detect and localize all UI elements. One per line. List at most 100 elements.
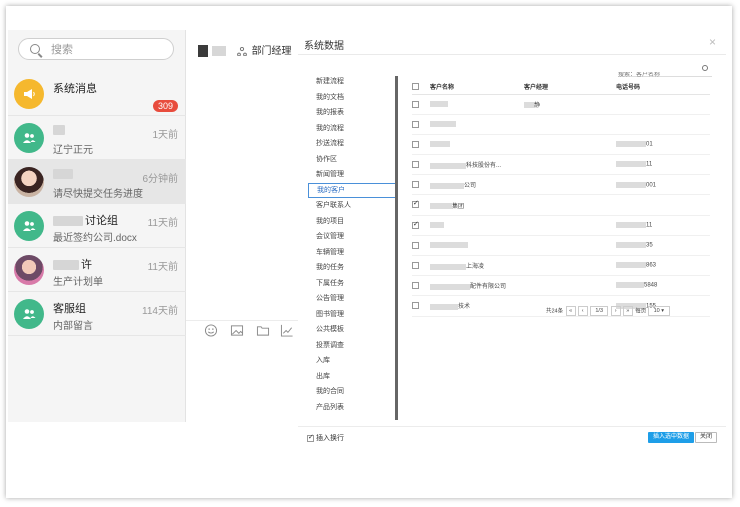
chat-list-panel: 系统消息 309 辽宁正元 1天前请尽快提交任务进度 6分钟前讨论组最近签约公司.doc… [8, 30, 186, 422]
table-row[interactable]: 上海凌 863 [412, 255, 710, 277]
cell-customer-name: 技术 [430, 295, 524, 317]
menu-item[interactable]: 入库 [308, 353, 396, 369]
chat-name: 讨论组 [53, 212, 118, 228]
search-box[interactable] [18, 38, 174, 60]
customer-search[interactable] [618, 63, 712, 78]
row-checkbox[interactable] [412, 302, 419, 310]
row-checkbox[interactable] [412, 140, 419, 148]
chat-list-item[interactable]: 讨论组最近签约公司.docx 11天前 [8, 204, 186, 248]
menu-item[interactable]: 我的项目 [308, 214, 396, 230]
last-page-button[interactable]: » [622, 306, 633, 316]
menu-item[interactable]: 新闻管理 [308, 167, 396, 183]
table-row[interactable]: 集团 [412, 194, 710, 216]
table-row[interactable]: 配件有限公司 5848 [412, 275, 710, 297]
table-row[interactable]: 11 [412, 215, 710, 236]
menu-item[interactable]: 客户联系人 [308, 198, 396, 214]
menu-item[interactable]: 产品列表 [308, 400, 396, 416]
close-button[interactable]: 关闭 [695, 432, 718, 443]
menu-item[interactable]: 投票调查 [308, 338, 396, 354]
chat-time: 11天前 [147, 218, 178, 229]
cell-manager [524, 235, 616, 257]
chat-preview: 最近签约公司.docx [53, 233, 137, 244]
chat-time: 114天前 [142, 306, 178, 317]
insert-selected-button[interactable]: 插入选中数据 [648, 432, 695, 443]
menu-item[interactable]: 协作区 [308, 152, 396, 168]
menu-item[interactable]: 我的任务 [308, 260, 396, 276]
table-row[interactable]: 静 [412, 94, 710, 115]
avatar [14, 167, 44, 197]
table-row[interactable]: 科技股份有... 11 [412, 154, 710, 176]
folder-icon[interactable] [256, 324, 270, 337]
divider [298, 426, 726, 427]
row-checkbox[interactable] [412, 282, 419, 290]
chat-preview: 请尽快提交任务进度 [53, 189, 143, 200]
select-all-checkbox[interactable] [412, 83, 419, 91]
chat-name [53, 124, 67, 136]
row-checkbox[interactable] [412, 199, 419, 209]
next-page-button[interactable]: › [610, 306, 621, 316]
cell-customer-name: 上海凌 [430, 255, 524, 277]
avatar [14, 299, 44, 329]
table-row[interactable] [412, 114, 710, 135]
table-row[interactable]: 35 [412, 235, 710, 257]
chat-name: 系统消息 [53, 83, 97, 95]
menu-item[interactable]: 我的报表 [308, 105, 396, 121]
chat-list-item[interactable]: 请尽快提交任务进度 6分钟前 [8, 160, 186, 204]
close-icon[interactable]: × [709, 35, 716, 49]
chat-list-item[interactable]: 客服组 内部留言 114天前 [8, 292, 186, 336]
menu-scrollbar[interactable] [395, 76, 398, 420]
emoji-icon[interactable] [204, 324, 218, 337]
row-checkbox[interactable] [412, 161, 419, 169]
page-indicator[interactable]: 1/3 [590, 306, 609, 316]
row-checkbox[interactable] [412, 120, 419, 128]
cell-manager [524, 114, 616, 135]
cell-customer-name: 集团 [430, 194, 524, 216]
menu-item[interactable]: 我的文档 [308, 90, 396, 106]
cell-phone: 11 [616, 154, 710, 176]
per-page-select[interactable]: 10 ▾ [647, 306, 670, 316]
menu-item[interactable]: 新建流程 [308, 74, 396, 90]
chart-icon[interactable] [280, 324, 294, 337]
menu-item[interactable]: 我的流程 [308, 121, 396, 137]
chat-list-item[interactable]: 系统消息 309 [8, 72, 186, 116]
first-page-button[interactable]: « [565, 306, 576, 316]
cell-customer-name [430, 134, 524, 156]
cell-customer-name [430, 235, 524, 257]
insert-newline-option[interactable]: 插入换行 [307, 433, 344, 443]
table-row[interactable]: 01 [412, 134, 710, 156]
module-menu: 新建流程 我的文档 我的报表 我的流程 抄送流程 协作区 新闻管理 我的客户 客户联系人 我的项目… [308, 74, 396, 415]
chat-time: 11天前 [147, 262, 178, 273]
cell-customer-name [430, 114, 524, 135]
menu-item[interactable]: 公告管理 [308, 291, 396, 307]
row-checkbox[interactable] [412, 241, 419, 249]
cell-phone: 01 [616, 134, 710, 156]
row-checkbox[interactable] [412, 220, 419, 229]
menu-item[interactable]: 公共模板 [308, 322, 396, 338]
cell-manager [524, 134, 616, 156]
menu-item[interactable]: 出库 [308, 369, 396, 385]
row-checkbox[interactable] [412, 262, 419, 270]
menu-item[interactable]: 会议管理 [308, 229, 396, 245]
menu-item[interactable]: 下属任务 [308, 276, 396, 292]
search-input[interactable] [51, 42, 161, 57]
menu-item[interactable]: 我的合同 [308, 384, 396, 400]
unread-badge: 309 [152, 100, 178, 112]
insert-newline-checkbox[interactable] [307, 433, 314, 442]
row-checkbox[interactable] [412, 181, 419, 189]
chat-list-item[interactable]: 辽宁正元 1天前 [8, 116, 186, 160]
image-icon[interactable] [230, 324, 244, 337]
menu-item[interactable]: 车辆管理 [308, 245, 396, 261]
menu-item[interactable]: 我的客户 [308, 182, 396, 198]
search-icon[interactable] [702, 65, 708, 71]
prev-page-button[interactable]: ‹ [577, 306, 588, 316]
chat-list-item[interactable]: 许生产计划单 11天前 [8, 248, 186, 292]
menu-item[interactable]: 图书管理 [308, 307, 396, 323]
cell-manager: 静 [524, 94, 616, 115]
conversation-header: 部门经理 [198, 42, 292, 58]
row-checkbox[interactable] [412, 100, 419, 108]
cell-customer-name: 科技股份有... [430, 154, 524, 176]
menu-item[interactable]: 抄送流程 [308, 136, 396, 152]
customer-search-input[interactable] [618, 72, 696, 78]
cell-manager [524, 275, 616, 297]
table-row[interactable]: 公司 001 [412, 174, 710, 196]
